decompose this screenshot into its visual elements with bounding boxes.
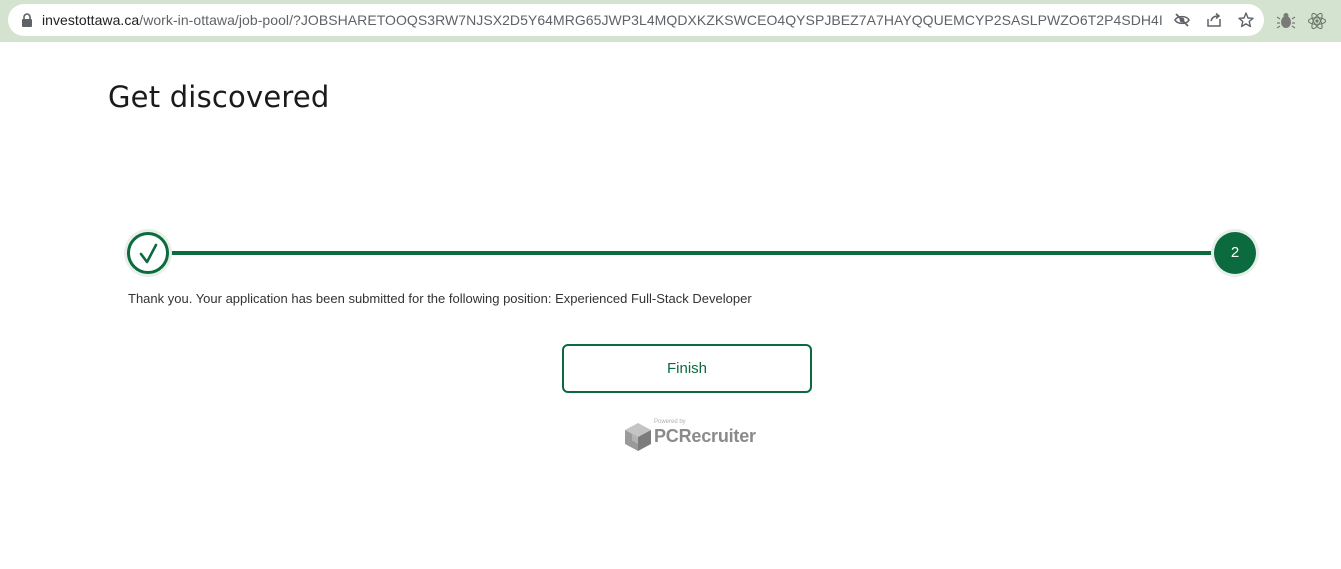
- pcrecruiter-logo-icon: [625, 423, 651, 451]
- eye-off-icon[interactable]: [1173, 11, 1191, 29]
- url-path: /work-in-ottawa/job-pool/?JOBSHARETOOQS3…: [139, 12, 1162, 28]
- powered-by-label: Powered by: [654, 419, 686, 425]
- submission-confirmation-message: Thank you. Your application has been sub…: [128, 291, 752, 306]
- step-1-complete: [127, 232, 169, 274]
- url-text[interactable]: investottawa.ca/work-in-ottawa/job-pool/…: [42, 4, 1162, 36]
- bug-extension-icon[interactable]: [1276, 11, 1296, 31]
- lock-icon[interactable]: [21, 13, 33, 27]
- check-icon: [139, 243, 158, 264]
- url-domain: investottawa.ca: [42, 12, 140, 28]
- share-icon[interactable]: [1205, 11, 1223, 29]
- pcrecruiter-wordmark: PCRecruiter: [654, 426, 756, 446]
- star-icon[interactable]: [1237, 11, 1255, 29]
- step-2-current: 2: [1214, 232, 1256, 274]
- browser-toolbar: investottawa.ca/work-in-ottawa/job-pool/…: [0, 0, 1341, 42]
- react-extension-icon[interactable]: [1307, 11, 1327, 31]
- application-progress: 2: [126, 230, 1257, 276]
- address-bar[interactable]: investottawa.ca/work-in-ottawa/job-pool/…: [8, 4, 1264, 36]
- page-title: Get discovered: [108, 80, 330, 114]
- finish-button[interactable]: Finish: [562, 344, 812, 393]
- progress-bar: [166, 251, 1217, 255]
- pcrecruiter-branding[interactable]: Powered by PCRecruiter: [624, 418, 764, 454]
